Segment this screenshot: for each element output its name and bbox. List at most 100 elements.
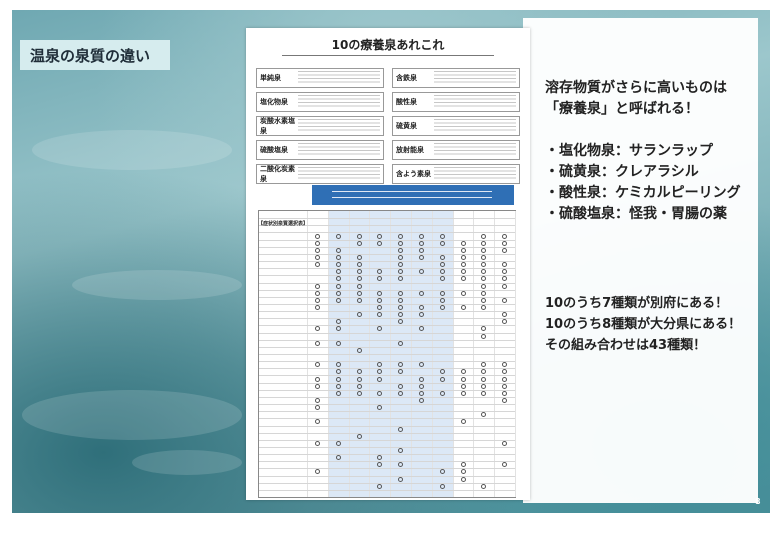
spring-description <box>298 119 380 133</box>
headline: 溶存物質がさらに高いものは 「療養泉」と呼ばれる！ <box>545 78 760 120</box>
table-mark <box>356 347 362 353</box>
table-mark <box>314 283 320 289</box>
table-mark <box>356 262 362 268</box>
table-mark <box>481 412 487 418</box>
table-mark <box>502 283 508 289</box>
table-mark <box>502 240 508 246</box>
table-mark <box>398 233 404 239</box>
spring-card: 硫黄泉 <box>392 116 520 136</box>
table-mark <box>502 369 508 375</box>
spring-description <box>298 143 380 157</box>
water-ripple <box>132 450 242 475</box>
table-mark <box>502 362 508 368</box>
table-mark <box>335 254 341 260</box>
table-mark <box>314 362 320 368</box>
table-row-line <box>259 339 515 341</box>
table-mark <box>356 383 362 389</box>
table-mark <box>502 247 508 253</box>
table-mark <box>314 376 320 382</box>
spring-card: 含よう素泉 <box>392 164 520 184</box>
table-mark <box>439 483 445 489</box>
table-mark <box>460 462 466 468</box>
table-mark <box>481 326 487 332</box>
table-mark <box>418 383 424 389</box>
table-row-line <box>259 303 515 305</box>
table-mark <box>335 297 341 303</box>
spring-name: 単純泉 <box>260 74 281 82</box>
spring-name: 放射能泉 <box>396 146 424 154</box>
table-mark <box>439 233 445 239</box>
table-mark <box>356 297 362 303</box>
water-ripple <box>22 390 242 440</box>
table-mark <box>356 369 362 375</box>
table-column-line <box>515 211 516 497</box>
table-label: 【症状別泉質選択表】 <box>258 221 309 227</box>
table-mark <box>502 390 508 396</box>
spring-description <box>434 95 516 109</box>
table-mark <box>502 297 508 303</box>
table-mark <box>356 376 362 382</box>
bullet-item: ・塩化物泉：サランラップ <box>545 143 713 159</box>
table-mark <box>335 440 341 446</box>
table-mark <box>335 283 341 289</box>
table-row-line <box>259 282 515 284</box>
spring-description <box>434 71 516 85</box>
table-mark <box>356 233 362 239</box>
table-mark <box>460 262 466 268</box>
table-mark <box>481 269 487 275</box>
spring-name: 塩化物泉 <box>260 98 288 106</box>
table-mark <box>439 240 445 246</box>
table-row-line <box>259 318 515 320</box>
table-row-line <box>259 404 515 406</box>
table-mark <box>377 376 383 382</box>
spring-name: 含鉄泉 <box>396 74 417 82</box>
table-mark <box>356 433 362 439</box>
spring-card: 放射能泉 <box>392 140 520 160</box>
page-number: 8 <box>755 497 761 506</box>
table-mark <box>335 233 341 239</box>
table-mark <box>398 297 404 303</box>
table-mark <box>335 362 341 368</box>
table-mark <box>314 233 320 239</box>
table-mark <box>481 233 487 239</box>
facts-list: 10のうち7種類が別府にある！ 10のうち8種類が大分県にある！ その組み合わせ… <box>545 293 760 356</box>
table-mark <box>460 369 466 375</box>
spring-name: 硫黄泉 <box>396 122 417 130</box>
table-mark <box>460 240 466 246</box>
table-mark <box>314 397 320 403</box>
table-mark <box>418 233 424 239</box>
table-row-line <box>259 346 515 348</box>
table-row-line <box>259 311 515 313</box>
fact-item: 10のうち7種類が別府にある！ <box>545 296 729 311</box>
bullet-list: ・塩化物泉：サランラップ ・硫黄泉：クレアラシル ・酸性泉：ケミカルピーリング … <box>545 141 760 225</box>
table-mark <box>439 305 445 311</box>
table-row-line <box>259 454 515 456</box>
table-mark <box>481 383 487 389</box>
table-row-line <box>259 396 515 398</box>
table-banner <box>312 185 514 205</box>
spring-card: 単純泉 <box>256 68 384 88</box>
table-mark <box>481 297 487 303</box>
table-mark <box>314 247 320 253</box>
table-mark <box>460 276 466 282</box>
table-mark <box>314 262 320 268</box>
table-row-line <box>259 475 515 477</box>
table-row-line <box>259 461 515 463</box>
fact-item: 10のうち8種類が大分県にある！ <box>545 317 742 332</box>
table-mark <box>502 319 508 325</box>
table-mark <box>502 262 508 268</box>
table-mark <box>398 383 404 389</box>
table-mark <box>398 390 404 396</box>
bullet-item: ・酸性泉：ケミカルピーリング <box>545 185 741 201</box>
table-mark <box>356 390 362 396</box>
table-mark <box>460 390 466 396</box>
table-mark <box>335 269 341 275</box>
table-mark <box>481 362 487 368</box>
table-row-line <box>259 268 515 270</box>
table-row-line <box>259 289 515 291</box>
spring-description <box>434 167 516 181</box>
table-mark <box>377 233 383 239</box>
spring-description <box>434 143 516 157</box>
headline-line: 溶存物質がさらに高いものは <box>545 80 727 96</box>
table-mark <box>418 254 424 260</box>
